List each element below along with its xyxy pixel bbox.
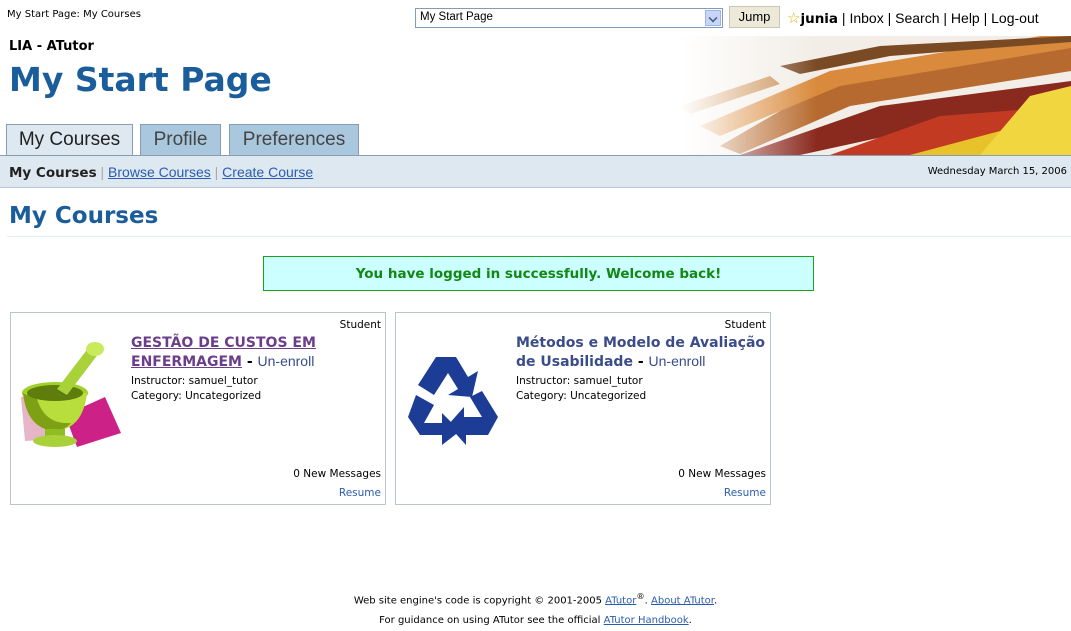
handbook-link[interactable]: ATutor Handbook (604, 615, 689, 626)
course-meta: Instructor: samuel_tutor Category: Uncat… (516, 374, 646, 404)
tab-profile[interactable]: Profile (140, 124, 221, 155)
recycle-icon (408, 357, 498, 445)
feedback-message: You have logged in successfully. Welcome… (263, 256, 814, 291)
create-course-link[interactable]: Create Course (222, 164, 313, 180)
pencils-banner-image (680, 36, 1071, 155)
tab-my-courses[interactable]: My Courses (6, 124, 133, 155)
username: junia (800, 11, 839, 27)
course-title: GESTÃO DE CUSTOS EM ENFERMAGEM - Un-enro… (131, 335, 316, 370)
unenroll-link[interactable]: Un-enroll (258, 353, 315, 369)
course-category: Category: Uncategorized (516, 390, 647, 402)
page-title: My Start Page (9, 60, 272, 99)
new-messages: 0 New Messages (293, 468, 381, 480)
course-instructor: Instructor: samuel_tutor (516, 375, 643, 387)
resume-link[interactable]: Resume (724, 487, 766, 499)
course-meta: Instructor: samuel_tutor Category: Uncat… (131, 374, 261, 404)
copyright-line: Web site engine's code is copyright © 20… (353, 591, 718, 607)
breadcrumb: My Start Page: My Courses (7, 9, 141, 20)
course-title-link[interactable]: Métodos e Modelo de Avaliação de Usabili… (516, 335, 765, 370)
tab-preferences[interactable]: Preferences (229, 124, 359, 155)
unenroll-link[interactable]: Un-enroll (649, 353, 706, 369)
course-title: Métodos e Modelo de Avaliação de Usabili… (516, 335, 766, 370)
star-icon: ☆ (787, 10, 801, 27)
logout-link[interactable]: Log-out (991, 10, 1038, 26)
help-link[interactable]: Help (951, 10, 980, 26)
about-atutor-link[interactable]: About ATutor (651, 595, 714, 606)
top-bar: My Start Page: My Courses My Start Page … (0, 0, 1071, 36)
subnav-links: My Courses | Browse Courses | Create Cou… (9, 164, 314, 181)
user-nav: ☆junia | Inbox | Search | Help | Log-out (787, 10, 1039, 27)
course-card: Student GESTÃO DE CUSTOS EM ENFERMAGEM -… (10, 312, 386, 505)
divider (7, 236, 1071, 237)
subnav-current: My Courses (9, 165, 97, 181)
jump-select[interactable]: My Start Page (415, 8, 723, 28)
course-role: Student (724, 319, 766, 331)
copyright-text: Web site engine's code is copyright © 20… (353, 595, 602, 607)
resume-link[interactable]: Resume (339, 487, 381, 499)
guidance-line: For guidance on using ATutor see the off… (379, 615, 692, 627)
course-category: Category: Uncategorized (131, 390, 262, 402)
mortar-pestle-icon (21, 342, 121, 447)
section-title: My Courses (9, 203, 159, 229)
course-instructor: Instructor: samuel_tutor (131, 375, 258, 387)
new-messages: 0 New Messages (678, 468, 766, 480)
course-role: Student (339, 319, 381, 331)
search-link[interactable]: Search (895, 10, 939, 26)
atutor-link[interactable]: ATutor (605, 595, 636, 606)
jump-select-value: My Start Page (420, 11, 493, 23)
sub-navigation: My Courses | Browse Courses | Create Cou… (0, 155, 1071, 188)
site-name: LIA - ATutor (9, 39, 94, 54)
current-date: Wednesday March 15, 2006 (927, 166, 1067, 177)
footer: Web site engine's code is copyright © 20… (0, 586, 1071, 631)
header: LIA - ATutor My Start Page My Courses Pr… (0, 36, 1071, 155)
chevron-down-icon[interactable] (705, 10, 721, 26)
jump-button[interactable]: Jump (729, 6, 780, 28)
course-card: Student Métodos e Modelo de Avaliação de… (395, 312, 771, 505)
feedback-text: You have logged in successfully. Welcome… (355, 266, 722, 282)
guidance-text: For guidance on using ATutor see the off… (379, 615, 601, 627)
browse-courses-link[interactable]: Browse Courses (108, 164, 211, 180)
inbox-link[interactable]: Inbox (849, 10, 883, 26)
